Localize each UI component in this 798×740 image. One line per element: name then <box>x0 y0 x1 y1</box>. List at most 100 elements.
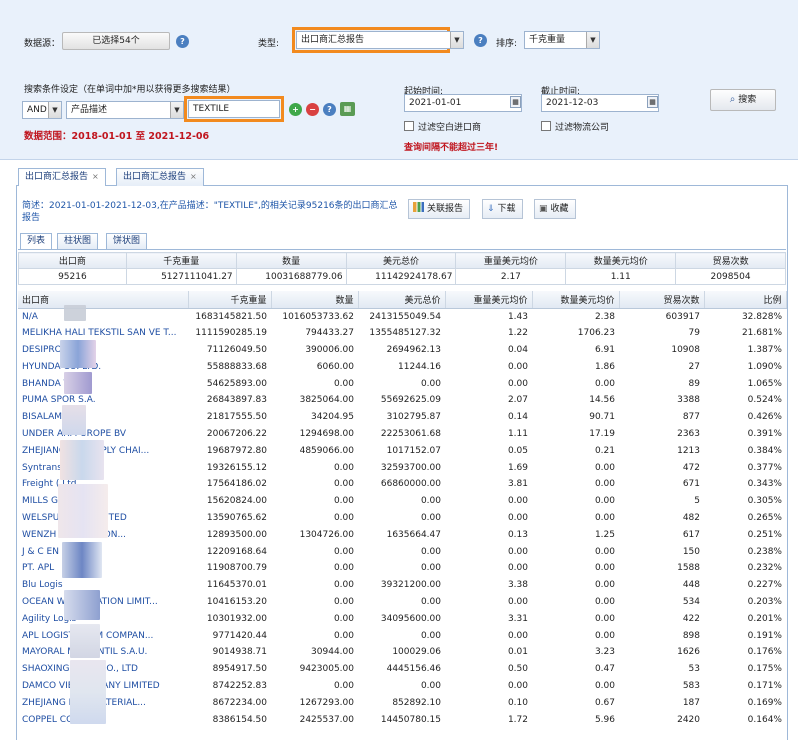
cell-name[interactable]: J & C EN MITED <box>18 543 188 560</box>
cell-name[interactable]: HYUNDA CO. LTD. <box>18 358 188 375</box>
table-row[interactable]: MILLS G TILE LTD15620824.000.000.000.000… <box>18 493 786 510</box>
cell-name[interactable]: N/A <box>18 308 188 325</box>
cell-name[interactable]: DESIPRO LTD. <box>18 342 188 359</box>
field-select[interactable]: 产品描述 ▼ <box>66 101 184 119</box>
cell-name[interactable]: BHANDA TS <box>18 375 188 392</box>
tab-exporter-report-2[interactable]: 出口商汇总报告 × <box>116 168 204 186</box>
table-row[interactable]: BISALAMA L 21817555.50 34204.95 3102795.87 0… <box>18 409 786 426</box>
remove-condition-icon[interactable]: − <box>306 103 319 116</box>
type-label: 类型: <box>258 39 280 49</box>
table-row[interactable]: WELSPU ANDS LIMITED13590765.620.000.000.… <box>18 510 786 527</box>
column-header-trade-count[interactable]: 贸易次数 <box>619 291 705 309</box>
cell-trade-count: 448 <box>682 580 700 591</box>
filter-empty-checkbox[interactable] <box>404 121 414 131</box>
related-report-button[interactable]: 关联报告 <box>408 199 471 219</box>
table-row[interactable]: Blu Logis 11645370.01 0.00 39321200.00 3.38 0… <box>18 577 786 594</box>
column-header-weight[interactable]: 千克重量 <box>188 291 272 309</box>
filter-logistics-checkbox[interactable] <box>541 121 551 131</box>
table-row[interactable]: OCEAN WIN PORATION LIMIT... 10416153.20 0.… <box>18 594 786 611</box>
range-text: 数据范围：2018-01-01 至 2021-12-06 <box>24 131 210 142</box>
cell-ratio: 0.524% <box>747 395 782 406</box>
table-row[interactable]: MAYORAL M INFANTIL S.A.U. 9014938.71 30944… <box>18 644 786 661</box>
tab-exporter-report-1[interactable]: 出口商汇总报告 × <box>18 168 106 186</box>
sort-select[interactable]: 千克重量 ▼ <box>524 31 600 49</box>
summary-header-cell: 美元总价 <box>345 252 457 269</box>
chevron-down-icon: ▼ <box>586 32 599 48</box>
calendar-icon[interactable]: ▦ <box>647 96 658 108</box>
cell-ratio: 0.169% <box>747 697 782 708</box>
table-row[interactable]: ZHEJIANG CE SUPPLY CHAI...19687972.80485… <box>18 442 786 459</box>
table-row[interactable]: MELIKHA HALI TEKSTIL SAN VE T... 11115902… <box>18 325 786 342</box>
cell-quantity: 0.00 <box>333 580 354 591</box>
cell-ratio: 0.251% <box>747 529 782 540</box>
cell-trade-count: 898 <box>682 630 700 641</box>
keyword-input[interactable]: TEXTILE <box>188 100 280 118</box>
cell-name[interactable]: MELIKHA HALI TEKSTIL SAN VE T... <box>18 325 188 342</box>
table-row[interactable]: WENZH NTERNATION...12893500.001304726.00… <box>18 526 786 543</box>
table-row[interactable]: HYUNDA CO. LTD. 55888833.68 6060.00 11244.1… <box>18 358 786 375</box>
cell-name[interactable]: OCEAN WIN PORATION LIMIT... <box>18 594 188 611</box>
column-header-quantity[interactable]: 数量 <box>271 291 359 309</box>
table-row[interactable]: PT. APL 11908700.79 0.00 0.00 0.00 0.00 1588 0.… <box>18 560 786 577</box>
help-icon[interactable]: ? <box>176 35 189 48</box>
cell-quantity: 6060.00 <box>316 361 354 372</box>
table-row[interactable]: Agility Logis 10301932.00 0.00 34095600.00 3… <box>18 610 786 627</box>
add-condition-icon[interactable]: + <box>289 103 302 116</box>
cell-quantity: 1294698.00 <box>299 428 354 439</box>
tab-bar-chart[interactable]: 柱状图 <box>57 233 99 249</box>
cell-name[interactable]: Agility Logis <box>18 610 188 627</box>
table-row[interactable]: J & C EN MITED 12209168.64 0.00 0.00 0.00 0.0… <box>18 543 786 560</box>
table-row[interactable]: ZHEJIANG NEW MATERIAL...8672234.00126729… <box>18 694 786 711</box>
cell-weight-avg: 0.01 <box>507 647 528 658</box>
start-date-input[interactable]: 2021-01-01 <box>404 94 522 112</box>
tab-list[interactable]: 列表 <box>20 233 53 249</box>
tab-pie-chart[interactable]: 饼状图 <box>106 233 148 249</box>
cell-weight: 55888833.68 <box>206 361 267 372</box>
help-icon[interactable]: ? <box>323 103 336 116</box>
table-row[interactable]: Freight ( Ltd. 17564186.02 0.00 66860000.00… <box>18 476 786 493</box>
logic-select[interactable]: AND ▼ <box>22 101 62 119</box>
column-header-total-usd[interactable]: 美元总价 <box>358 291 446 309</box>
save-button[interactable]: ▣ 收藏 <box>534 199 576 219</box>
cell-trade-count: 1588 <box>677 563 700 574</box>
search-button[interactable]: ⌕ 搜索 <box>710 89 776 111</box>
cell-weight: 8672234.00 <box>212 697 267 708</box>
cell-total-usd: 55692625.09 <box>380 395 441 406</box>
cell-name[interactable]: Blu Logis <box>18 577 188 594</box>
table-row[interactable]: Syntrans 19326155.12 0.00 32593700.00 1.69 0.… <box>18 459 786 476</box>
column-header-weight-avg[interactable]: 重量美元均价 <box>445 291 533 309</box>
type-select[interactable]: 出口商汇总报告 ▼ <box>296 31 464 49</box>
calendar-icon[interactable]: ▦ <box>510 96 521 108</box>
cell-name[interactable]: BISALAMA L <box>18 409 188 426</box>
column-header-ratio[interactable]: 比例 <box>704 291 787 309</box>
cell-trade-count: 534 <box>682 596 700 607</box>
table-row[interactable]: UNDER ARM UROPE BV20067206.221294698.002… <box>18 426 786 443</box>
cell-weight: 9014938.71 <box>212 647 267 658</box>
cell-name[interactable]: PT. APL <box>18 560 188 577</box>
cell-name[interactable]: PUMA SPOR S.A. <box>18 392 188 409</box>
table-row[interactable]: BHANDA TS 54625893.00 0.00 0.00 0.00 0.00 89 1.… <box>18 375 786 392</box>
download-button[interactable]: ⇓ 下载 <box>482 199 523 219</box>
cell-weight: 9771420.44 <box>212 630 267 641</box>
excel-icon[interactable]: ▦ <box>340 102 355 116</box>
column-header-exporter[interactable]: 出口商 <box>18 291 189 309</box>
cell-weight-avg: 1.69 <box>507 462 528 473</box>
datasource-button[interactable]: 已选择54个 <box>62 32 170 50</box>
cell-total-usd: 0.00 <box>420 680 441 691</box>
table-row[interactable]: DESIPRO LTD. 71126049.50 390006.00 2694962.… <box>18 342 786 359</box>
cell-quantity-avg: 1.86 <box>594 361 615 372</box>
close-icon[interactable]: × <box>190 172 197 181</box>
end-date-input[interactable]: 2021-12-03 <box>541 94 659 112</box>
table-row[interactable]: N/A 1683145821.50 1016053733.62 2413155049.… <box>18 308 786 325</box>
cell-ratio: 0.203% <box>747 596 782 607</box>
table-row[interactable]: APL LOGIST TNAM COMPAN... 9771420.44 0.00 0… <box>18 627 786 644</box>
help-icon[interactable]: ? <box>474 34 487 47</box>
close-icon[interactable]: × <box>92 172 99 181</box>
table-row[interactable]: COPPEL CO ION 8386154.50 2425537.00 1445078… <box>18 711 786 728</box>
cell-name[interactable]: MAYORAL M INFANTIL S.A.U. <box>18 644 188 661</box>
cell-name[interactable]: APL LOGIST TNAM COMPAN... <box>18 627 188 644</box>
table-row[interactable]: PUMA SPOR S.A. 26843897.83 3825064.00 55692… <box>18 392 786 409</box>
table-row[interactable]: DAMCO VIE COMPANY LIMITED8742252.830.000… <box>18 678 786 695</box>
table-row[interactable]: SHAOXING XTILE CO., LTD8954917.509423005… <box>18 661 786 678</box>
column-header-quantity-avg[interactable]: 数量美元均价 <box>532 291 620 309</box>
